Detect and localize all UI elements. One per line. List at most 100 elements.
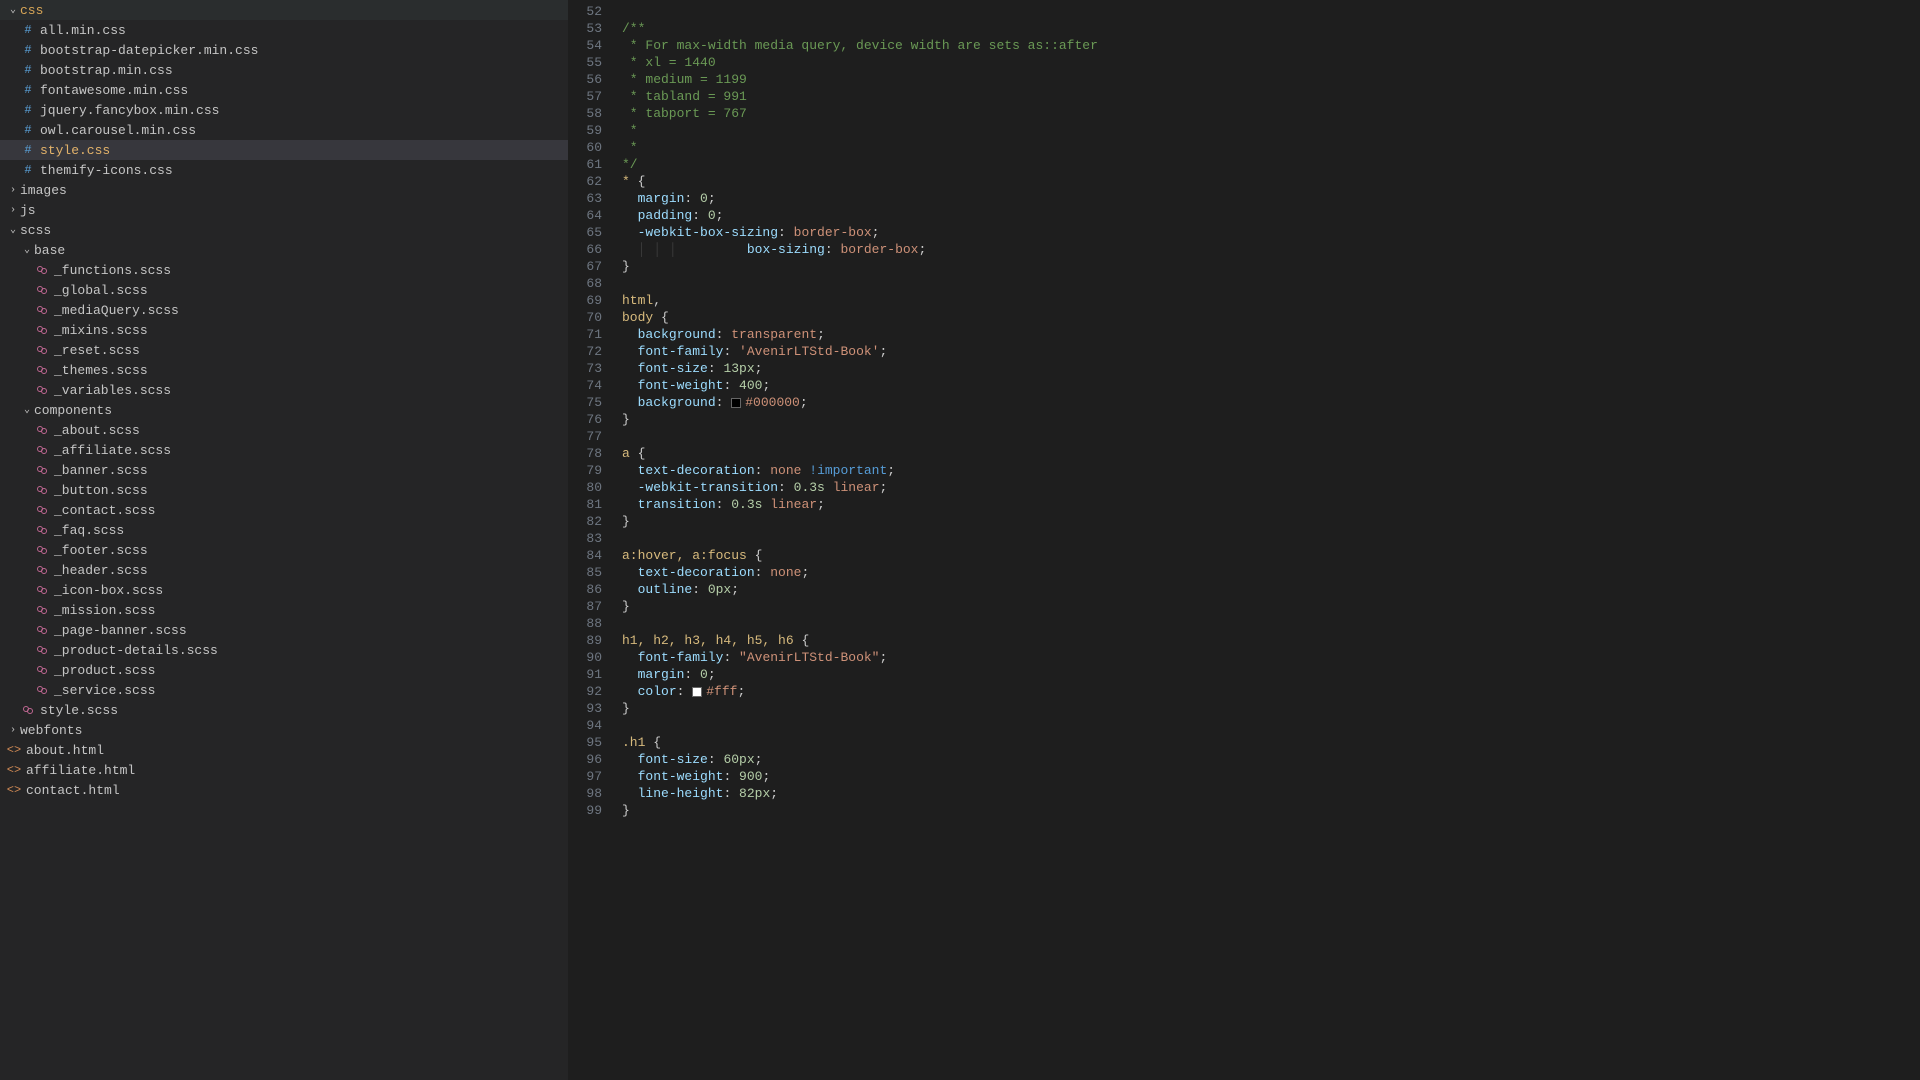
code-line[interactable] — [622, 717, 1920, 734]
folder-css[interactable]: ⌄css — [0, 0, 568, 20]
code-line[interactable]: line-height: 82px; — [622, 785, 1920, 802]
folder-scss[interactable]: ⌄scss — [0, 220, 568, 240]
code-line[interactable]: * tabland = 991 — [622, 88, 1920, 105]
code-line[interactable]: font-size: 60px; — [622, 751, 1920, 768]
code-line[interactable]: * medium = 1199 — [622, 71, 1920, 88]
file-_service.scss[interactable]: _service.scss — [0, 680, 568, 700]
file-_functions.scss[interactable]: _functions.scss — [0, 260, 568, 280]
code-line[interactable]: padding: 0; — [622, 207, 1920, 224]
css-property: background — [638, 327, 716, 342]
scss-file-icon — [34, 384, 50, 396]
code-line[interactable]: margin: 0; — [622, 666, 1920, 683]
file-_about.scss[interactable]: _about.scss — [0, 420, 568, 440]
code-line[interactable]: body { — [622, 309, 1920, 326]
code-line[interactable]: font-family: "AvenirLTStd-Book"; — [622, 649, 1920, 666]
folder-js[interactable]: ›js — [0, 200, 568, 220]
code-line[interactable] — [622, 3, 1920, 20]
file-_mixins.scss[interactable]: _mixins.scss — [0, 320, 568, 340]
code-line[interactable]: font-family: 'AvenirLTStd-Book'; — [622, 343, 1920, 360]
code-line[interactable]: -webkit-box-sizing: border-box; — [622, 224, 1920, 241]
file-style.css[interactable]: #style.css — [0, 140, 568, 160]
code-line[interactable]: background: #000000; — [622, 394, 1920, 411]
file-_faq.scss[interactable]: _faq.scss — [0, 520, 568, 540]
file-style.scss[interactable]: style.scss — [0, 700, 568, 720]
code-line[interactable]: font-size: 13px; — [622, 360, 1920, 377]
code-line[interactable]: text-decoration: none !important; — [622, 462, 1920, 479]
file-bootstrap-datepicker.min.css[interactable]: #bootstrap-datepicker.min.css — [0, 40, 568, 60]
file-about.html[interactable]: <>about.html — [0, 740, 568, 760]
line-number: 70 — [568, 309, 602, 326]
file-affiliate.html[interactable]: <>affiliate.html — [0, 760, 568, 780]
code-line[interactable]: * For max-width media query, device widt… — [622, 37, 1920, 54]
code-line[interactable] — [622, 530, 1920, 547]
code-line[interactable]: */ — [622, 156, 1920, 173]
code-line[interactable]: html, — [622, 292, 1920, 309]
folder-webfonts[interactable]: ›webfonts — [0, 720, 568, 740]
code-line[interactable]: │ │ │ box-sizing: border-box; — [622, 241, 1920, 258]
file-_affiliate.scss[interactable]: _affiliate.scss — [0, 440, 568, 460]
code-line[interactable] — [622, 428, 1920, 445]
code-line[interactable]: } — [622, 700, 1920, 717]
file-_themes.scss[interactable]: _themes.scss — [0, 360, 568, 380]
folder-base[interactable]: ⌄base — [0, 240, 568, 260]
code-line[interactable]: * — [622, 139, 1920, 156]
code-line[interactable]: * xl = 1440 — [622, 54, 1920, 71]
file-_mission.scss[interactable]: _mission.scss — [0, 600, 568, 620]
file-_contact.scss[interactable]: _contact.scss — [0, 500, 568, 520]
file-label: _product.scss — [54, 663, 155, 678]
file-_banner.scss[interactable]: _banner.scss — [0, 460, 568, 480]
scss-file-icon — [20, 704, 36, 716]
code-line[interactable]: text-decoration: none; — [622, 564, 1920, 581]
code-line[interactable]: } — [622, 513, 1920, 530]
code-line[interactable]: } — [622, 802, 1920, 819]
file-_reset.scss[interactable]: _reset.scss — [0, 340, 568, 360]
code-line[interactable] — [622, 615, 1920, 632]
code-line[interactable]: * { — [622, 173, 1920, 190]
code-line[interactable]: outline: 0px; — [622, 581, 1920, 598]
code-line[interactable]: margin: 0; — [622, 190, 1920, 207]
css-property: font-weight — [638, 769, 724, 784]
file-_global.scss[interactable]: _global.scss — [0, 280, 568, 300]
code-line[interactable]: color: #fff; — [622, 683, 1920, 700]
file-bootstrap.min.css[interactable]: #bootstrap.min.css — [0, 60, 568, 80]
code-content[interactable]: /** * For max-width media query, device … — [616, 0, 1920, 1080]
code-line[interactable]: a:hover, a:focus { — [622, 547, 1920, 564]
code-line[interactable]: .h1 { — [622, 734, 1920, 751]
code-line[interactable]: font-weight: 900; — [622, 768, 1920, 785]
file-_icon-box.scss[interactable]: _icon-box.scss — [0, 580, 568, 600]
file-contact.html[interactable]: <>contact.html — [0, 780, 568, 800]
code-line[interactable]: } — [622, 258, 1920, 275]
code-line[interactable]: h1, h2, h3, h4, h5, h6 { — [622, 632, 1920, 649]
code-line[interactable]: a { — [622, 445, 1920, 462]
code-line[interactable]: transition: 0.3s linear; — [622, 496, 1920, 513]
file-owl.carousel.min.css[interactable]: #owl.carousel.min.css — [0, 120, 568, 140]
folder-images[interactable]: ›images — [0, 180, 568, 200]
file-_variables.scss[interactable]: _variables.scss — [0, 380, 568, 400]
code-editor[interactable]: 5253545556575859606162636465666768697071… — [568, 0, 1920, 1080]
file-themify-icons.css[interactable]: #themify-icons.css — [0, 160, 568, 180]
file-_footer.scss[interactable]: _footer.scss — [0, 540, 568, 560]
file-fontawesome.min.css[interactable]: #fontawesome.min.css — [0, 80, 568, 100]
code-line[interactable] — [622, 275, 1920, 292]
file-_header.scss[interactable]: _header.scss — [0, 560, 568, 580]
code-line[interactable]: * — [622, 122, 1920, 139]
code-line[interactable]: /** — [622, 20, 1920, 37]
css-selector: .h1 — [622, 735, 645, 750]
code-line[interactable]: font-weight: 400; — [622, 377, 1920, 394]
code-line[interactable]: } — [622, 598, 1920, 615]
file-jquery.fancybox.min.css[interactable]: #jquery.fancybox.min.css — [0, 100, 568, 120]
file-_page-banner.scss[interactable]: _page-banner.scss — [0, 620, 568, 640]
file-all.min.css[interactable]: #all.min.css — [0, 20, 568, 40]
file-_product.scss[interactable]: _product.scss — [0, 660, 568, 680]
file-_product-details.scss[interactable]: _product-details.scss — [0, 640, 568, 660]
file-explorer[interactable]: ⌄css#all.min.css#bootstrap-datepicker.mi… — [0, 0, 568, 1080]
folder-components[interactable]: ⌄components — [0, 400, 568, 420]
code-line[interactable]: -webkit-transition: 0.3s linear; — [622, 479, 1920, 496]
code-line[interactable]: background: transparent; — [622, 326, 1920, 343]
file-_mediaQuery.scss[interactable]: _mediaQuery.scss — [0, 300, 568, 320]
line-number: 88 — [568, 615, 602, 632]
css-selector: * — [622, 174, 630, 189]
code-line[interactable]: } — [622, 411, 1920, 428]
code-line[interactable]: * tabport = 767 — [622, 105, 1920, 122]
file-_button.scss[interactable]: _button.scss — [0, 480, 568, 500]
